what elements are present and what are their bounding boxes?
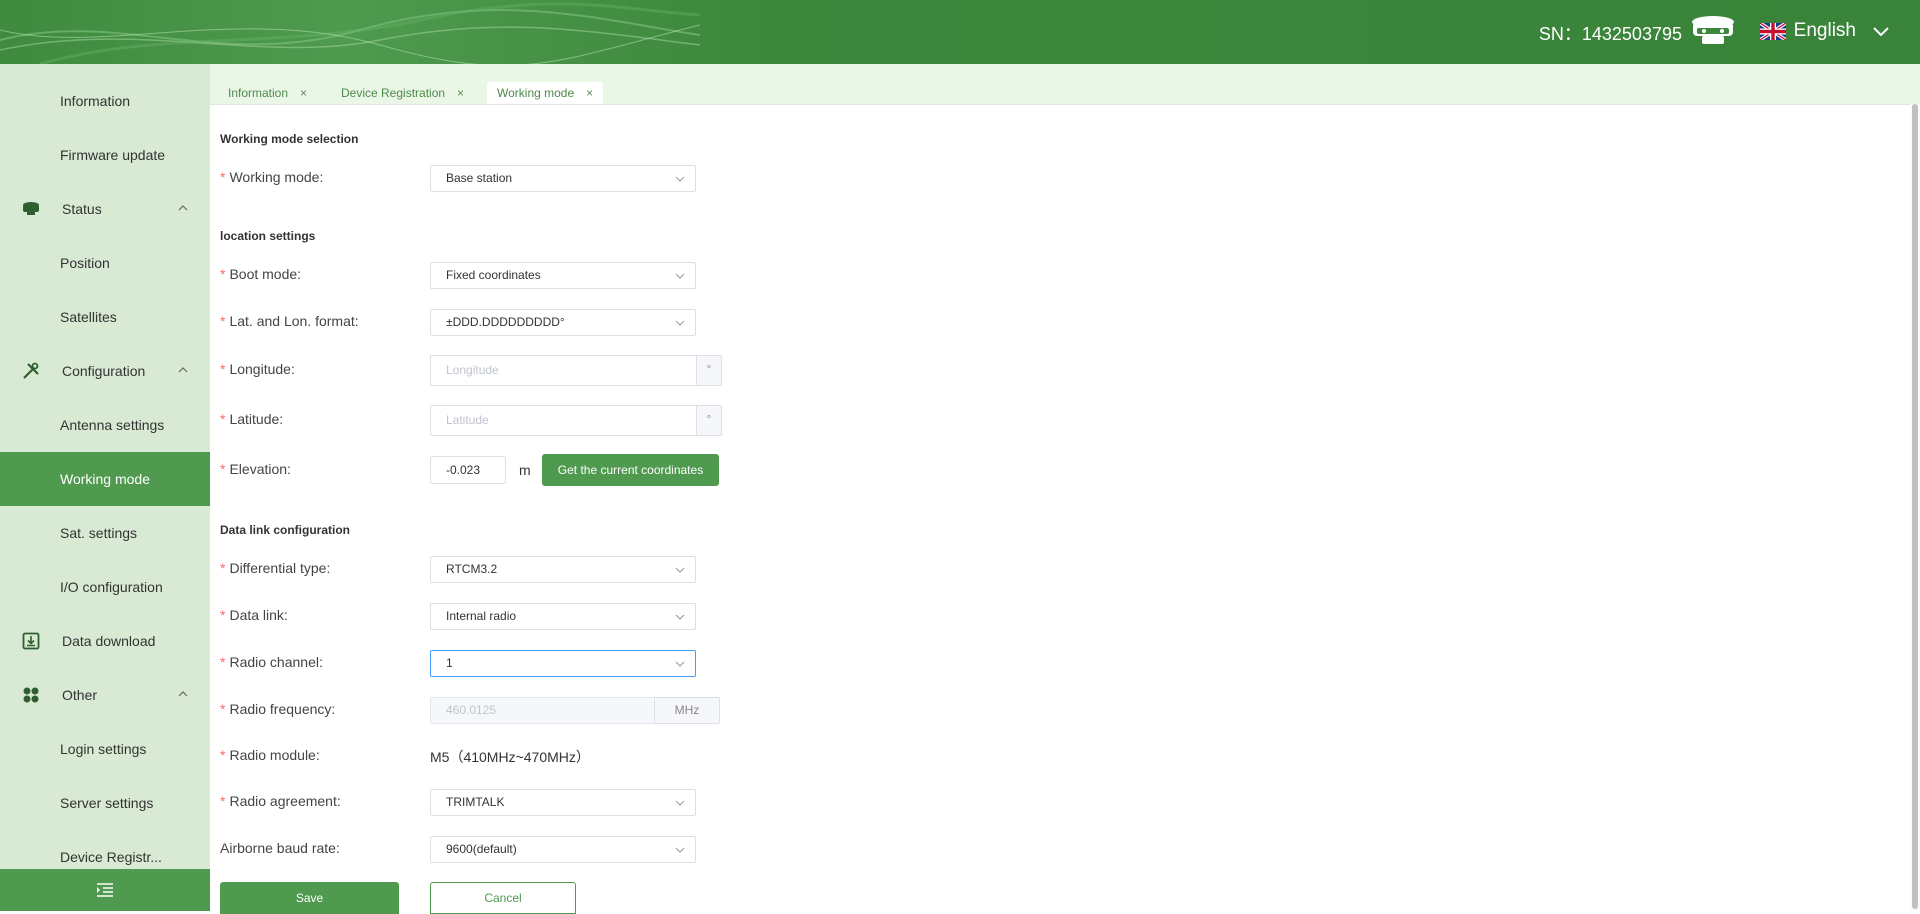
sidebar-item-io-configuration[interactable]: I/O configuration <box>0 560 210 614</box>
tab-device-registration[interactable]: Device Registration × <box>331 82 474 104</box>
sidebar-group-configuration[interactable]: Configuration <box>0 344 210 398</box>
boot-mode-label: * Boot mode: <box>220 266 302 282</box>
uk-flag-icon <box>1759 22 1786 40</box>
chevron-down-icon <box>675 661 685 667</box>
radio-frequency-label: * Radio frequency: <box>220 701 336 717</box>
chevron-down-icon <box>675 176 685 182</box>
radio-module-value: M5（410MHz~470MHz） <box>430 749 590 765</box>
working-mode-select[interactable]: Base station <box>430 165 696 192</box>
sidebar-item-firmware-update[interactable]: Firmware update <box>0 128 210 182</box>
elevation-unit: m <box>519 462 531 478</box>
main-content: Working mode selection * Working mode: Ba… <box>210 105 1910 914</box>
chevron-up-icon <box>178 205 188 211</box>
working-mode-label: * Working mode: <box>220 169 324 185</box>
scrollbar-thumb[interactable] <box>1912 104 1918 909</box>
section-working-mode-title: Working mode selection <box>220 132 359 146</box>
radio-channel-label: * Radio channel: <box>220 654 323 670</box>
sidebar-group-other-label: Other <box>62 687 98 703</box>
header-wave-decoration <box>0 2 700 64</box>
section-data-link-title: Data link configuration <box>220 523 351 537</box>
latitude-input[interactable]: Latitude <box>430 405 696 436</box>
degree-suffix: ° <box>696 405 722 436</box>
menu-fold-icon <box>97 883 113 897</box>
cancel-button[interactable]: Cancel <box>430 882 576 914</box>
tab-working-mode[interactable]: Working mode × <box>487 82 604 104</box>
chevron-up-icon <box>178 691 188 697</box>
sidebar-item-login-settings[interactable]: Login settings <box>0 722 210 776</box>
elevation-input[interactable]: -0.023 <box>430 456 506 484</box>
chevron-down-icon <box>675 320 685 326</box>
data-link-label: * Data link: <box>220 607 288 623</box>
sidebar-group-data-download-label: Data download <box>62 633 156 649</box>
sidebar-item-working-mode[interactable]: Working mode <box>0 452 210 506</box>
sidebar-item-information[interactable]: Information <box>0 74 210 128</box>
radio-channel-select[interactable]: 1 <box>430 650 696 677</box>
latlon-format-label: * Lat. and Lon. format: <box>220 313 359 329</box>
chevron-down-icon <box>675 800 685 806</box>
latlon-format-select[interactable]: ±DDD.DDDDDDDDD° <box>430 309 696 336</box>
radio-frequency-input: 460.0125 <box>430 697 654 724</box>
sidebar-group-data-download[interactable]: Data download <box>0 614 210 668</box>
sidebar-group-status[interactable]: Status <box>0 182 210 236</box>
chevron-down-icon <box>675 847 685 853</box>
radio-module-label: * Radio module: <box>220 747 320 763</box>
latitude-label: * Latitude: <box>220 411 284 427</box>
serial-number: SN：1432503795 <box>1538 24 1682 44</box>
longitude-label: * Longitude: <box>220 361 295 377</box>
tab-close-icon[interactable]: × <box>586 86 593 100</box>
vertical-scrollbar[interactable] <box>1910 104 1920 911</box>
data-link-select[interactable]: Internal radio <box>430 603 696 630</box>
language-label: English <box>1793 20 1856 41</box>
download-icon <box>22 632 40 650</box>
chevron-down-icon <box>675 273 685 279</box>
degree-suffix: ° <box>696 355 722 386</box>
sidebar-item-sat-settings[interactable]: Sat. settings <box>0 506 210 560</box>
radio-agreement-select[interactable]: TRIMTALK <box>430 789 696 816</box>
receiver-small-icon <box>23 202 39 215</box>
elevation-label: * Elevation: <box>220 461 291 477</box>
chevron-down-icon <box>675 567 685 573</box>
longitude-input-group: Longitude ° <box>430 355 722 386</box>
sidebar-item-position[interactable]: Position <box>0 236 210 290</box>
tools-icon <box>23 362 39 379</box>
apps-icon <box>23 687 39 703</box>
tab-close-icon[interactable]: × <box>300 86 307 100</box>
receiver-icon <box>1692 16 1734 44</box>
chevron-up-icon <box>178 367 188 373</box>
save-button[interactable]: Save <box>220 882 399 914</box>
radio-frequency-input-group: 460.0125 MHz <box>430 697 720 724</box>
tab-bar: Information × Device Registration × Work… <box>210 64 1920 105</box>
sidebar-group-configuration-label: Configuration <box>62 363 146 379</box>
chevron-down-icon <box>675 614 685 620</box>
section-location-title: location settings <box>220 229 316 243</box>
radio-agreement-label: * Radio agreement: <box>220 793 341 809</box>
top-header: SN：1432503795 English <box>0 0 1920 64</box>
sidebar-group-status-label: Status <box>62 201 102 217</box>
tab-close-icon[interactable]: × <box>457 86 464 100</box>
chevron-down-icon <box>1873 27 1889 37</box>
tab-information[interactable]: Information × <box>218 82 317 104</box>
sidebar-item-antenna-settings[interactable]: Antenna settings <box>0 398 210 452</box>
sidebar-collapse-button[interactable] <box>0 869 210 911</box>
latitude-input-group: Latitude ° <box>430 405 722 436</box>
baud-rate-label: Airborne baud rate: <box>220 840 340 856</box>
get-current-coordinates-button[interactable]: Get the current coordinates <box>542 454 719 486</box>
sidebar: Information Firmware update Status Posit… <box>0 64 210 911</box>
boot-mode-select[interactable]: Fixed coordinates <box>430 262 696 289</box>
sidebar-group-other[interactable]: Other <box>0 668 210 722</box>
language-selector[interactable]: English <box>1759 20 1890 42</box>
differential-type-label: * Differential type: <box>220 560 331 576</box>
sidebar-item-server-settings[interactable]: Server settings <box>0 776 210 830</box>
sidebar-item-satellites[interactable]: Satellites <box>0 290 210 344</box>
mhz-suffix: MHz <box>654 697 720 724</box>
differential-type-select[interactable]: RTCM3.2 <box>430 556 696 583</box>
longitude-input[interactable]: Longitude <box>430 355 696 386</box>
baud-rate-select[interactable]: 9600(default) <box>430 836 696 863</box>
